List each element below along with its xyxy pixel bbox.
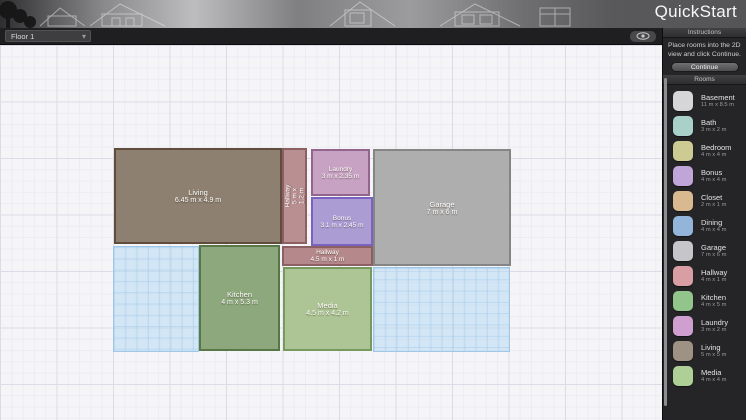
room-item-dims: 5 m x 5 m	[701, 352, 726, 358]
floor-selector-dropdown[interactable]: Floor 1 ▾	[5, 30, 91, 42]
visibility-button[interactable]	[630, 31, 656, 42]
plan-room-hallway-horizontal[interactable]: Hallway4.5 m x 1 m	[282, 246, 373, 266]
room-item-name: Bedroom	[701, 143, 731, 152]
room-item-dims: 4 m x 4 m	[701, 177, 726, 183]
chevron-down-icon: ▾	[82, 31, 86, 42]
room-dims: 4 m x 5.3 m	[221, 299, 258, 306]
unassigned-area[interactable]	[113, 246, 199, 352]
app-window: QuickStart Floor 1 ▾ Living6.45 m x 4.9 …	[0, 0, 746, 420]
room-item-bath[interactable]: Bath3 m x 2 m	[663, 114, 746, 139]
sidebar: Instructions Place rooms into the 2D vie…	[662, 28, 746, 420]
room-name: Laundry	[329, 166, 353, 173]
room-item-dims: 4 m x 5 m	[701, 302, 726, 308]
plan-room-media[interactable]: Media4.5 m x 4.2 m	[283, 267, 372, 351]
room-name: Hallway	[316, 249, 339, 256]
sidebar-scrollbar[interactable]	[664, 78, 667, 406]
eye-icon	[636, 32, 650, 40]
room-item-name: Bath	[701, 118, 716, 127]
room-swatch	[673, 91, 693, 111]
house-sketch-image	[0, 0, 662, 28]
app-title: QuickStart	[655, 2, 737, 22]
room-swatch	[673, 341, 693, 361]
room-item-dims: 3 m x 2 m	[701, 327, 726, 333]
floor-selector-label: Floor 1	[11, 32, 34, 41]
plan-room-laundry[interactable]: Laundry3 m x 2.35 m	[311, 149, 370, 196]
room-name: Garage	[429, 200, 454, 209]
room-item-dims: 4 m x 1 m	[701, 277, 726, 283]
room-item-name: Basement	[701, 93, 735, 102]
room-dims: 4.5 m x 1 m	[311, 256, 345, 263]
plan-canvas-2d[interactable]: Living6.45 m x 4.9 m Hallway5 m x 1.2 m …	[0, 45, 662, 420]
room-item-bonus[interactable]: Bonus4 m x 4 m	[663, 164, 746, 189]
room-name: Bonus	[333, 215, 351, 222]
room-name: Media	[317, 301, 337, 310]
room-item-hallway[interactable]: Hallway4 m x 1 m	[663, 264, 746, 289]
room-swatch	[673, 241, 693, 261]
room-item-name: Closet	[701, 193, 722, 202]
room-item-dining[interactable]: Dining4 m x 4 m	[663, 214, 746, 239]
plan-room-garage[interactable]: Garage7 m x 6 m	[373, 149, 511, 266]
room-dims: 3 m x 2.35 m	[322, 173, 360, 180]
room-item-name: Hallway	[701, 268, 727, 277]
room-name: Living	[188, 188, 208, 197]
room-item-closet[interactable]: Closet2 m x 1 m	[663, 189, 746, 214]
room-swatch	[673, 141, 693, 161]
room-swatch	[673, 166, 693, 186]
room-swatch	[673, 316, 693, 336]
room-swatch	[673, 291, 693, 311]
room-dims: 6.45 m x 4.9 m	[175, 197, 221, 204]
continue-button[interactable]: Continue	[671, 62, 739, 72]
room-item-name: Living	[701, 343, 721, 352]
room-item-bedroom[interactable]: Bedroom4 m x 4 m	[663, 139, 746, 164]
room-item-name: Dining	[701, 218, 722, 227]
room-item-dims: 4 m x 4 m	[701, 152, 726, 158]
toolbar: Floor 1 ▾	[0, 28, 662, 45]
room-item-dims: 7 m x 6 m	[701, 252, 726, 258]
room-item-basement[interactable]: Basement11 m x 8.5 m	[663, 89, 746, 114]
room-item-dims: 3 m x 2 m	[701, 127, 726, 133]
room-item-name: Laundry	[701, 318, 728, 327]
unassigned-area[interactable]	[373, 267, 510, 352]
room-item-media[interactable]: Media4 m x 4 m	[663, 364, 746, 389]
room-item-dims: 2 m x 1 m	[701, 202, 726, 208]
room-swatch	[673, 366, 693, 386]
room-dims: 4.5 m x 4.2 m	[306, 310, 348, 317]
room-swatch	[673, 191, 693, 211]
room-item-name: Bonus	[701, 168, 722, 177]
room-name: Kitchen	[227, 290, 252, 299]
room-item-kitchen[interactable]: Kitchen4 m x 5 m	[663, 289, 746, 314]
room-item-name: Garage	[701, 243, 726, 252]
instructions-text: Place rooms into the 2D view and click C…	[663, 38, 746, 61]
room-dims: 7 m x 6 m	[427, 209, 458, 216]
room-item-dims: 4 m x 4 m	[701, 377, 726, 383]
room-dims: 3.1 m x 2.45 m	[321, 222, 364, 229]
rooms-header: Rooms	[663, 75, 746, 85]
room-item-laundry[interactable]: Laundry3 m x 2 m	[663, 314, 746, 339]
room-dims: 5 m x 1.2 m	[291, 186, 305, 207]
room-item-dims: 4 m x 4 m	[701, 227, 726, 233]
instructions-header: Instructions	[663, 28, 746, 38]
room-item-dims: 11 m x 8.5 m	[701, 102, 734, 108]
room-swatch	[673, 266, 693, 286]
room-item-living[interactable]: Living5 m x 5 m	[663, 339, 746, 364]
room-swatch	[673, 216, 693, 236]
room-swatch	[673, 116, 693, 136]
room-name: Hallway	[284, 185, 291, 208]
plan-room-kitchen[interactable]: Kitchen4 m x 5.3 m	[199, 245, 280, 351]
room-item-name: Media	[701, 368, 721, 377]
rooms-list: Basement11 m x 8.5 m Bath3 m x 2 m Bedro…	[663, 85, 746, 389]
room-item-garage[interactable]: Garage7 m x 6 m	[663, 239, 746, 264]
header-banner: QuickStart	[0, 0, 746, 28]
plan-room-bonus[interactable]: Bonus3.1 m x 2.45 m	[311, 197, 373, 246]
room-item-name: Kitchen	[701, 293, 726, 302]
plan-room-hallway-vertical[interactable]: Hallway5 m x 1.2 m	[282, 148, 307, 244]
